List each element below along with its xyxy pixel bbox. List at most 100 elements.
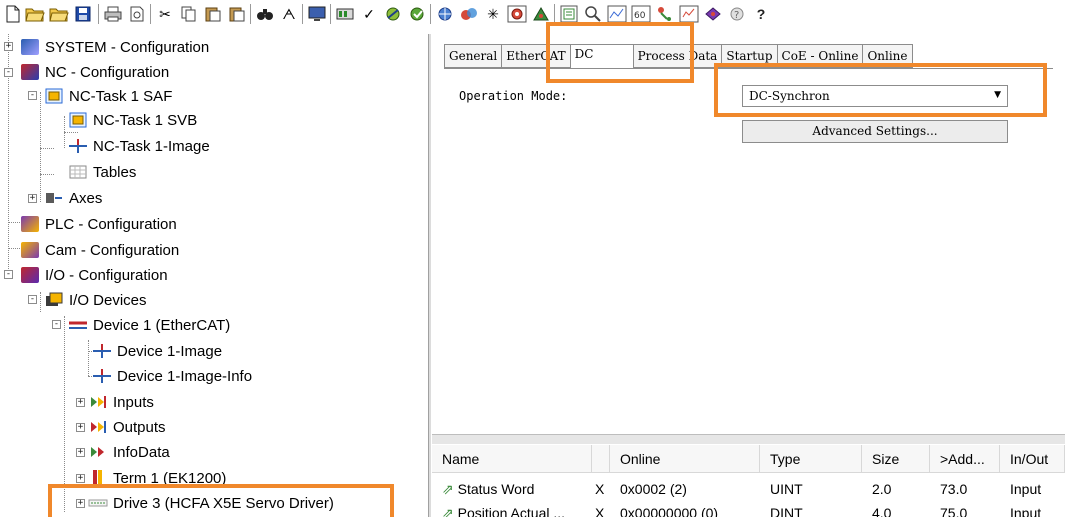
row-x: X (595, 505, 605, 517)
tree-item-nc-task-saf[interactable]: NC-Task 1 SAF (44, 84, 172, 108)
tree-item-plc-config[interactable]: PLC - Configuration (20, 212, 177, 236)
axes-icon (44, 189, 64, 207)
whats-this-icon[interactable]: ? (750, 3, 772, 25)
tree-item-system-config[interactable]: SYSTEM - Configuration (20, 35, 209, 59)
tree-item-device1-image[interactable]: Device 1-Image (92, 339, 222, 363)
cut-icon[interactable]: ✂ (154, 3, 176, 25)
row-name-text: Status Word (457, 481, 535, 497)
advanced-settings-button[interactable]: Advanced Settings... (742, 120, 1008, 143)
tree-item-label: NC-Task 1 SVB (93, 111, 198, 129)
expand-inputs-toggle[interactable]: + (76, 398, 85, 407)
expand-nc-toggle[interactable]: - (4, 68, 13, 77)
column-header-address[interactable]: >Add... (930, 445, 1000, 473)
tree-item-label: PLC - Configuration (45, 215, 177, 233)
config-mode-icon[interactable] (382, 3, 404, 25)
tree-item-label: NC-Task 1-Image (93, 137, 210, 155)
tab-general[interactable]: General (444, 44, 503, 68)
paste-icon[interactable] (202, 3, 224, 25)
find-icon[interactable] (254, 3, 276, 25)
tree-item-label: NC - Configuration (45, 63, 170, 81)
toolbar-separator (302, 4, 303, 24)
tree-connector (64, 132, 78, 133)
tree-item-axes[interactable]: Axes (44, 186, 102, 210)
tree-item-label: InfoData (113, 443, 170, 461)
row-inout: Input (1010, 505, 1042, 517)
io-config-icon (20, 266, 40, 284)
input-variable-icon: ⇗ (442, 481, 454, 497)
nc-task-icon (68, 111, 88, 129)
activate-config-icon[interactable] (334, 3, 356, 25)
tree-connector (40, 148, 54, 149)
toolbar-separator (150, 4, 151, 24)
table-row[interactable]: ⇗ Position Actual ... X 0x00000000 (0) D… (432, 499, 1065, 517)
tree-connector (40, 174, 54, 175)
column-header-x[interactable] (592, 445, 610, 473)
solution-tree: + - - + - - - + + + + + SYSTEM - Configu… (0, 34, 428, 517)
run-mode-icon[interactable] (406, 3, 428, 25)
nc-task-icon (44, 87, 64, 105)
paste-special-icon[interactable] (226, 3, 248, 25)
input-variable-icon: ⇗ (442, 505, 454, 517)
column-header-type[interactable]: Type (760, 445, 862, 473)
tree-item-io-config[interactable]: I/O - Configuration (20, 263, 168, 287)
tree-item-nc-task-svb[interactable]: NC-Task 1 SVB (68, 108, 197, 132)
column-header-name[interactable]: Name (432, 445, 592, 473)
target-icon[interactable]: ✳ (482, 3, 504, 25)
image-icon (92, 367, 112, 385)
tree-connector (40, 292, 41, 312)
tree-item-device1-image-info[interactable]: Device 1-Image-Info (92, 364, 252, 388)
open-folder-icon[interactable] (48, 3, 70, 25)
save-icon[interactable] (72, 3, 94, 25)
tree-item-device1-ethercat[interactable]: Device 1 (EtherCAT) (68, 313, 230, 337)
expand-infodata-toggle[interactable]: + (76, 448, 85, 457)
svg-text:60: 60 (634, 11, 646, 21)
help-icon[interactable]: ? (726, 3, 748, 25)
column-header-size[interactable]: Size (862, 445, 930, 473)
expand-device1-toggle[interactable]: - (52, 320, 61, 329)
expand-io-toggle[interactable]: - (4, 270, 13, 279)
tree-item-inputs[interactable]: Inputs (88, 390, 154, 414)
tree-item-label: Tables (93, 163, 137, 181)
tree-item-label: Axes (69, 189, 103, 207)
settings-icon[interactable] (702, 3, 724, 25)
open-file-icon[interactable] (24, 3, 46, 25)
tree-item-label: I/O - Configuration (45, 266, 168, 284)
scan-icon[interactable] (458, 3, 480, 25)
tree-connector (40, 92, 41, 202)
tree-item-cam-config[interactable]: Cam - Configuration (20, 238, 179, 262)
expand-outputs-toggle[interactable]: + (76, 423, 85, 432)
toolbar-separator (250, 4, 251, 24)
print-icon[interactable] (102, 3, 124, 25)
tree-item-nc-config[interactable]: NC - Configuration (20, 60, 169, 84)
network-icon[interactable] (434, 3, 456, 25)
monitor-icon[interactable] (306, 3, 328, 25)
tree-item-tables[interactable]: Tables (68, 160, 136, 184)
grid-splitter[interactable] (432, 434, 1065, 444)
expand-axes-toggle[interactable]: + (28, 194, 37, 203)
operation-mode-label: Operation Mode: (459, 89, 568, 103)
tree-item-io-devices[interactable]: I/O Devices (44, 288, 147, 312)
image-icon (92, 342, 112, 360)
tree-item-infodata[interactable]: InfoData (88, 440, 170, 464)
expand-term1-toggle[interactable]: + (76, 474, 85, 483)
new-file-icon[interactable] (2, 3, 24, 25)
cam-config-icon (20, 241, 40, 259)
column-header-inout[interactable]: In/Out (1000, 445, 1065, 473)
tree-item-nc-task-image[interactable]: NC-Task 1-Image (68, 134, 210, 158)
expand-nc-task-toggle[interactable]: - (28, 91, 37, 100)
print-preview-icon[interactable] (126, 3, 148, 25)
tree-item-outputs[interactable]: Outputs (88, 415, 166, 439)
find-next-icon[interactable]: ᗅ (278, 3, 300, 25)
login-icon[interactable] (506, 3, 528, 25)
infodata-icon (88, 443, 108, 461)
tree-item-label: Device 1-Image-Info (117, 367, 253, 385)
row-type: DINT (770, 505, 803, 517)
check-icon[interactable]: ✓ (358, 3, 380, 25)
expand-system-toggle[interactable]: + (4, 42, 13, 51)
copy-icon[interactable] (178, 3, 200, 25)
inputs-icon (88, 393, 108, 411)
process-variable-grid: Name Online Type Size >Add... In/Out ⇗ S… (432, 444, 1065, 517)
column-header-online[interactable]: Online (610, 445, 760, 473)
expand-io-devices-toggle[interactable]: - (28, 295, 37, 304)
nc-config-icon (20, 63, 40, 81)
